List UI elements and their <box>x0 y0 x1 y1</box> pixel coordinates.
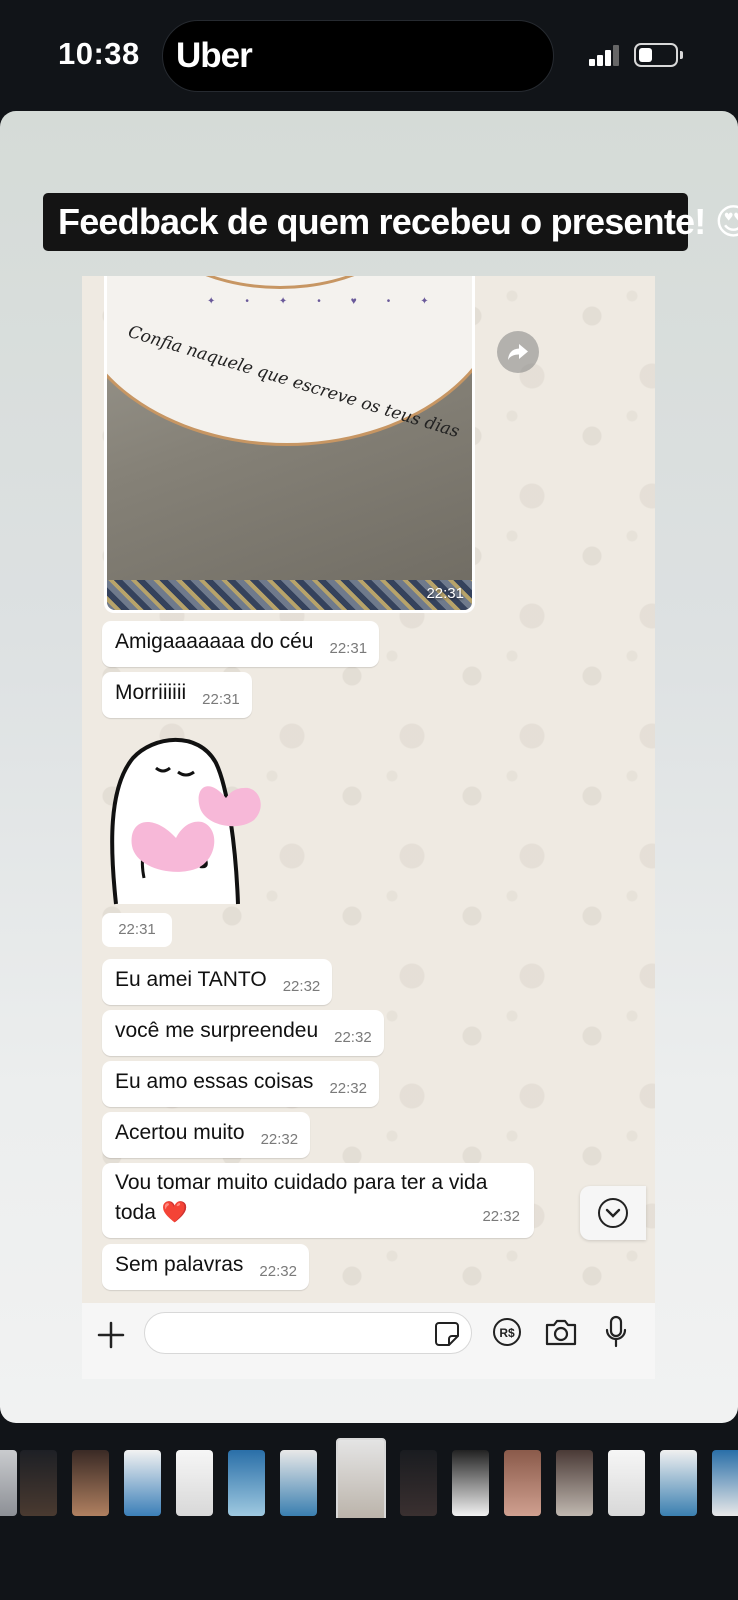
message-input-bar: R$ <box>82 1303 655 1379</box>
forward-icon <box>508 344 528 360</box>
battery-icon <box>634 43 678 67</box>
story-thumbnail[interactable] <box>280 1450 317 1516</box>
story-thumbnail[interactable] <box>452 1450 489 1516</box>
message-text: Amigaaaaaaa do céu <box>115 630 314 653</box>
story-thumbnail[interactable] <box>608 1450 645 1516</box>
chat-screenshot: ✦•✦•♥•✦ Confia naquele que escreve os te… <box>82 276 655 1303</box>
message-time: 22:32 <box>329 1080 367 1097</box>
message-text: Morriiiiii <box>115 681 187 704</box>
clock: 10:38 <box>58 36 140 71</box>
story-thumbnail[interactable] <box>504 1450 541 1516</box>
message-text: Eu amo essas coisas <box>115 1070 314 1093</box>
story-thumbnail[interactable] <box>660 1450 697 1516</box>
message-bubble[interactable]: Eu amo essas coisas 22:32 <box>102 1061 379 1107</box>
sticker-flork-hearts[interactable] <box>108 728 268 908</box>
story-thumbnail[interactable] <box>0 1450 17 1516</box>
message-bubble[interactable]: Eu amei TANTO 22:32 <box>102 959 333 1005</box>
message-time: 22:32 <box>334 1029 372 1046</box>
photo-time: 22:31 <box>426 585 464 602</box>
message-text: Acertou muito <box>115 1121 245 1144</box>
message-bubble[interactable]: Acertou muito 22:32 <box>102 1112 311 1158</box>
plate-photo: ✦•✦•♥•✦ Confia naquele que escreve os te… <box>107 276 472 610</box>
forward-button[interactable] <box>497 331 539 373</box>
message-bubble[interactable]: você me surpreendeu 22:32 <box>102 1010 384 1056</box>
story-thumbnail[interactable] <box>712 1450 738 1516</box>
story-thumbnail[interactable] <box>20 1450 57 1516</box>
message-time: 22:32 <box>259 1263 297 1280</box>
message-time: 22:31 <box>329 640 368 657</box>
story-caption: Feedback de quem recebeu o presente! 😍💕 <box>43 193 738 251</box>
story-thumbnail[interactable] <box>124 1450 161 1516</box>
message-text: Eu amei TANTO <box>115 968 267 991</box>
plus-icon[interactable] <box>96 1320 126 1350</box>
chevron-down-icon <box>598 1198 628 1228</box>
story-thumbnail[interactable] <box>72 1450 109 1516</box>
uber-live-activity-label: Uber <box>176 36 253 75</box>
message-bubble[interactable]: Morriiiiii 22:31 <box>102 672 252 718</box>
story-thumbnail[interactable] <box>400 1450 437 1516</box>
camera-icon[interactable] <box>544 1317 578 1347</box>
story-thumbnail[interactable] <box>556 1450 593 1516</box>
dynamic-island[interactable]: Uber <box>162 20 554 92</box>
message-input[interactable] <box>144 1312 472 1354</box>
message-time: 22:32 <box>282 978 321 995</box>
story-thumbnail[interactable] <box>228 1450 265 1516</box>
message-text: você me surpreendeu <box>115 1019 319 1042</box>
story-card[interactable]: Feedback de quem recebeu o presente! 😍💕 … <box>0 111 738 1423</box>
cloth-pattern <box>107 580 472 610</box>
photo-message[interactable]: ✦•✦•♥•✦ Confia naquele que escreve os te… <box>104 276 475 613</box>
battery-cap <box>680 51 683 59</box>
message-time: 22:32 <box>482 1208 520 1225</box>
message-bubble[interactable]: Amigaaaaaaa do céu 22:31 <box>102 621 380 667</box>
message-bubble[interactable]: Vou tomar muito cuidado para ter a vida … <box>102 1163 534 1238</box>
microphone-icon[interactable] <box>604 1315 628 1349</box>
message-time: 22:32 <box>260 1131 299 1148</box>
status-bar: 10:38 Uber <box>0 0 738 110</box>
svg-text:R$: R$ <box>499 1326 515 1340</box>
scroll-to-bottom-button[interactable] <box>580 1186 646 1240</box>
story-thumbnails <box>0 1438 738 1518</box>
story-thumbnail-selected[interactable] <box>336 1438 386 1518</box>
message-text: Vou tomar muito cuidado para ter a vida … <box>115 1171 488 1224</box>
story-thumbnail[interactable] <box>176 1450 213 1516</box>
sticker-icon[interactable] <box>434 1321 460 1347</box>
message-time: 22:31 <box>202 691 240 708</box>
pix-real-icon[interactable]: R$ <box>492 1317 522 1347</box>
message-text: Sem palavras <box>115 1253 244 1276</box>
sticker-time: 22:31 <box>102 913 172 947</box>
cellular-signal-icon <box>589 44 621 66</box>
message-bubble[interactable]: Sem palavras 22:32 <box>102 1244 309 1290</box>
